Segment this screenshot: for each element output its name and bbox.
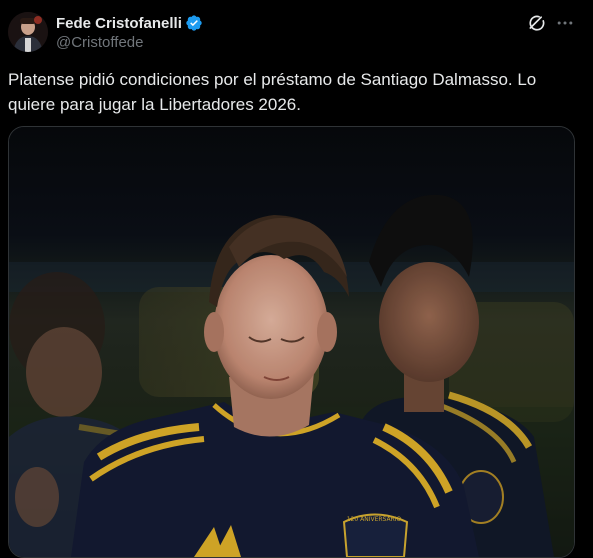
author-handle[interactable]: @Cristoffede <box>56 34 144 51</box>
grok-icon[interactable] <box>527 13 547 33</box>
author-avatar[interactable] <box>8 12 48 52</box>
football-player-photo: 120 ANIVERSARIO <box>9 127 574 557</box>
tweet-media-photo[interactable]: 120 ANIVERSARIO <box>8 126 575 558</box>
author-name-row: Fede Cristofanelli <box>56 13 203 33</box>
avatar-image <box>8 12 48 52</box>
more-options-icon[interactable] <box>555 13 575 33</box>
verified-badge-icon <box>186 15 202 31</box>
tweet-text: Platense pidió condiciones por el présta… <box>8 70 537 114</box>
tweet-card[interactable]: Fede Cristofanelli @Cristoffede Platense… <box>0 0 593 558</box>
author-display-name[interactable]: Fede Cristofanelli <box>56 15 182 32</box>
